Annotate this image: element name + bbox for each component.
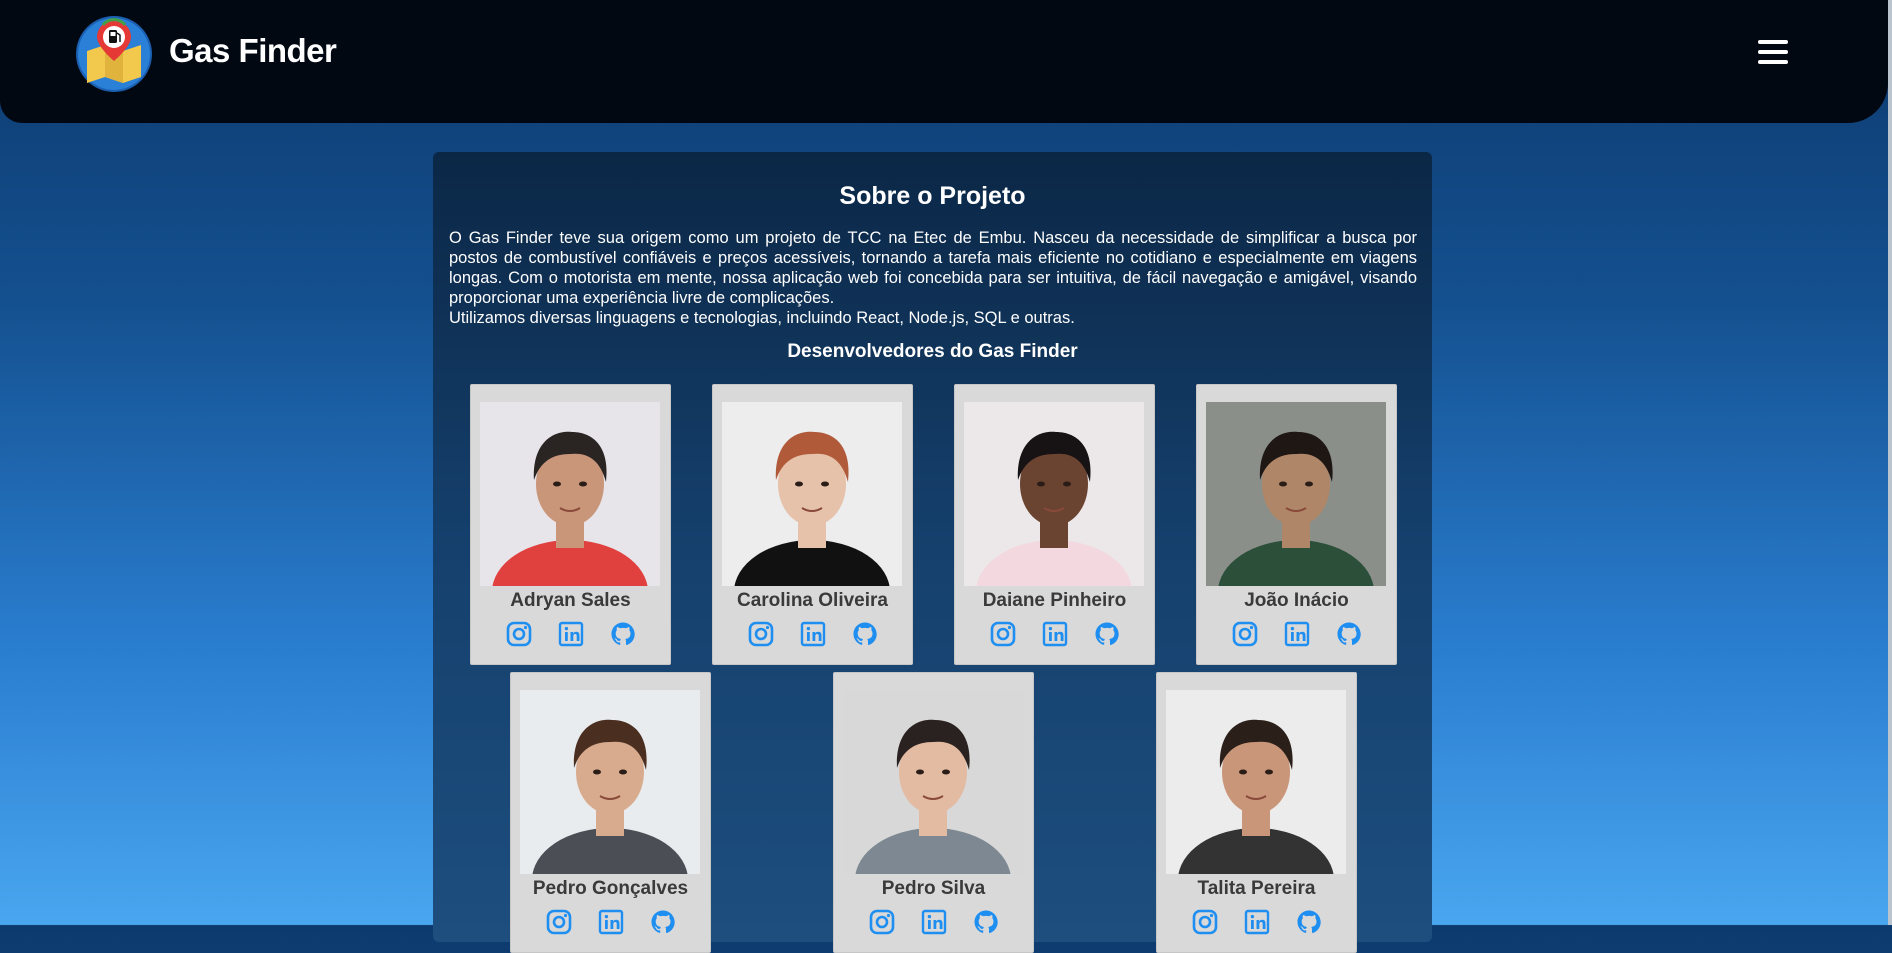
developer-card: Pedro Silva: [833, 672, 1034, 953]
github-icon[interactable]: [649, 908, 677, 936]
scrollbar[interactable]: [1888, 0, 1892, 925]
linkedin-icon[interactable]: [1041, 620, 1069, 648]
github-icon[interactable]: [972, 908, 1000, 936]
developers-title: Desenvolvedores do Gas Finder: [787, 341, 1078, 362]
instagram-icon[interactable]: [747, 620, 775, 648]
developer-social-links: [471, 620, 670, 648]
linkedin-icon[interactable]: [557, 620, 585, 648]
developer-card: João Inácio: [1196, 384, 1397, 665]
brand-title[interactable]: Gas Finder: [169, 32, 337, 70]
developer-social-links: [1157, 908, 1356, 936]
github-icon[interactable]: [1295, 908, 1323, 936]
developer-name: João Inácio: [1244, 590, 1349, 611]
developer-photo: [480, 402, 660, 586]
instagram-icon[interactable]: [1231, 620, 1259, 648]
about-tech: Utilizamos diversas linguagens e tecnolo…: [449, 309, 1075, 327]
developer-social-links: [834, 908, 1033, 936]
navbar: Gas Finder: [0, 0, 1888, 123]
linkedin-icon[interactable]: [597, 908, 625, 936]
instagram-icon[interactable]: [545, 908, 573, 936]
developer-name: Pedro Gonçalves: [532, 878, 689, 899]
instagram-icon[interactable]: [1191, 908, 1219, 936]
developer-photo: [1206, 402, 1386, 586]
github-icon[interactable]: [1093, 620, 1121, 648]
developer-card: Talita Pereira: [1156, 672, 1357, 953]
developer-card: Pedro Gonçalves: [510, 672, 711, 953]
developer-social-links: [511, 908, 710, 936]
gas-finder-logo[interactable]: [75, 15, 153, 93]
developer-name: Daiane Pinheiro: [982, 590, 1127, 611]
developer-name: Talita Pereira: [1197, 878, 1316, 899]
github-icon[interactable]: [851, 620, 879, 648]
about-paragraph: O Gas Finder teve sua origem como um pro…: [449, 229, 1417, 307]
hamburger-menu-icon[interactable]: [1758, 40, 1788, 64]
developer-social-links: [713, 620, 912, 648]
developer-social-links: [1197, 620, 1396, 648]
linkedin-icon[interactable]: [1243, 908, 1271, 936]
developer-photo: [843, 690, 1023, 874]
developer-name: Pedro Silva: [881, 878, 986, 899]
developer-name: Adryan Sales: [510, 590, 631, 611]
github-icon[interactable]: [1335, 620, 1363, 648]
instagram-icon[interactable]: [505, 620, 533, 648]
linkedin-icon[interactable]: [920, 908, 948, 936]
developer-name: Carolina Oliveira: [736, 590, 888, 611]
about-panel: Sobre o Projeto O Gas Finder teve sua or…: [433, 152, 1432, 953]
linkedin-icon[interactable]: [1283, 620, 1311, 648]
developer-social-links: [955, 620, 1154, 648]
developer-card: Adryan Sales: [470, 384, 671, 665]
instagram-icon[interactable]: [868, 908, 896, 936]
instagram-icon[interactable]: [989, 620, 1017, 648]
developer-card: Daiane Pinheiro: [954, 384, 1155, 665]
developer-photo: [520, 690, 700, 874]
developer-photo: [722, 402, 902, 586]
github-icon[interactable]: [609, 620, 637, 648]
about-title: Sobre o Projeto: [839, 182, 1026, 210]
developer-photo: [1166, 690, 1346, 874]
linkedin-icon[interactable]: [799, 620, 827, 648]
developer-photo: [964, 402, 1144, 586]
developer-card: Carolina Oliveira: [712, 384, 913, 665]
